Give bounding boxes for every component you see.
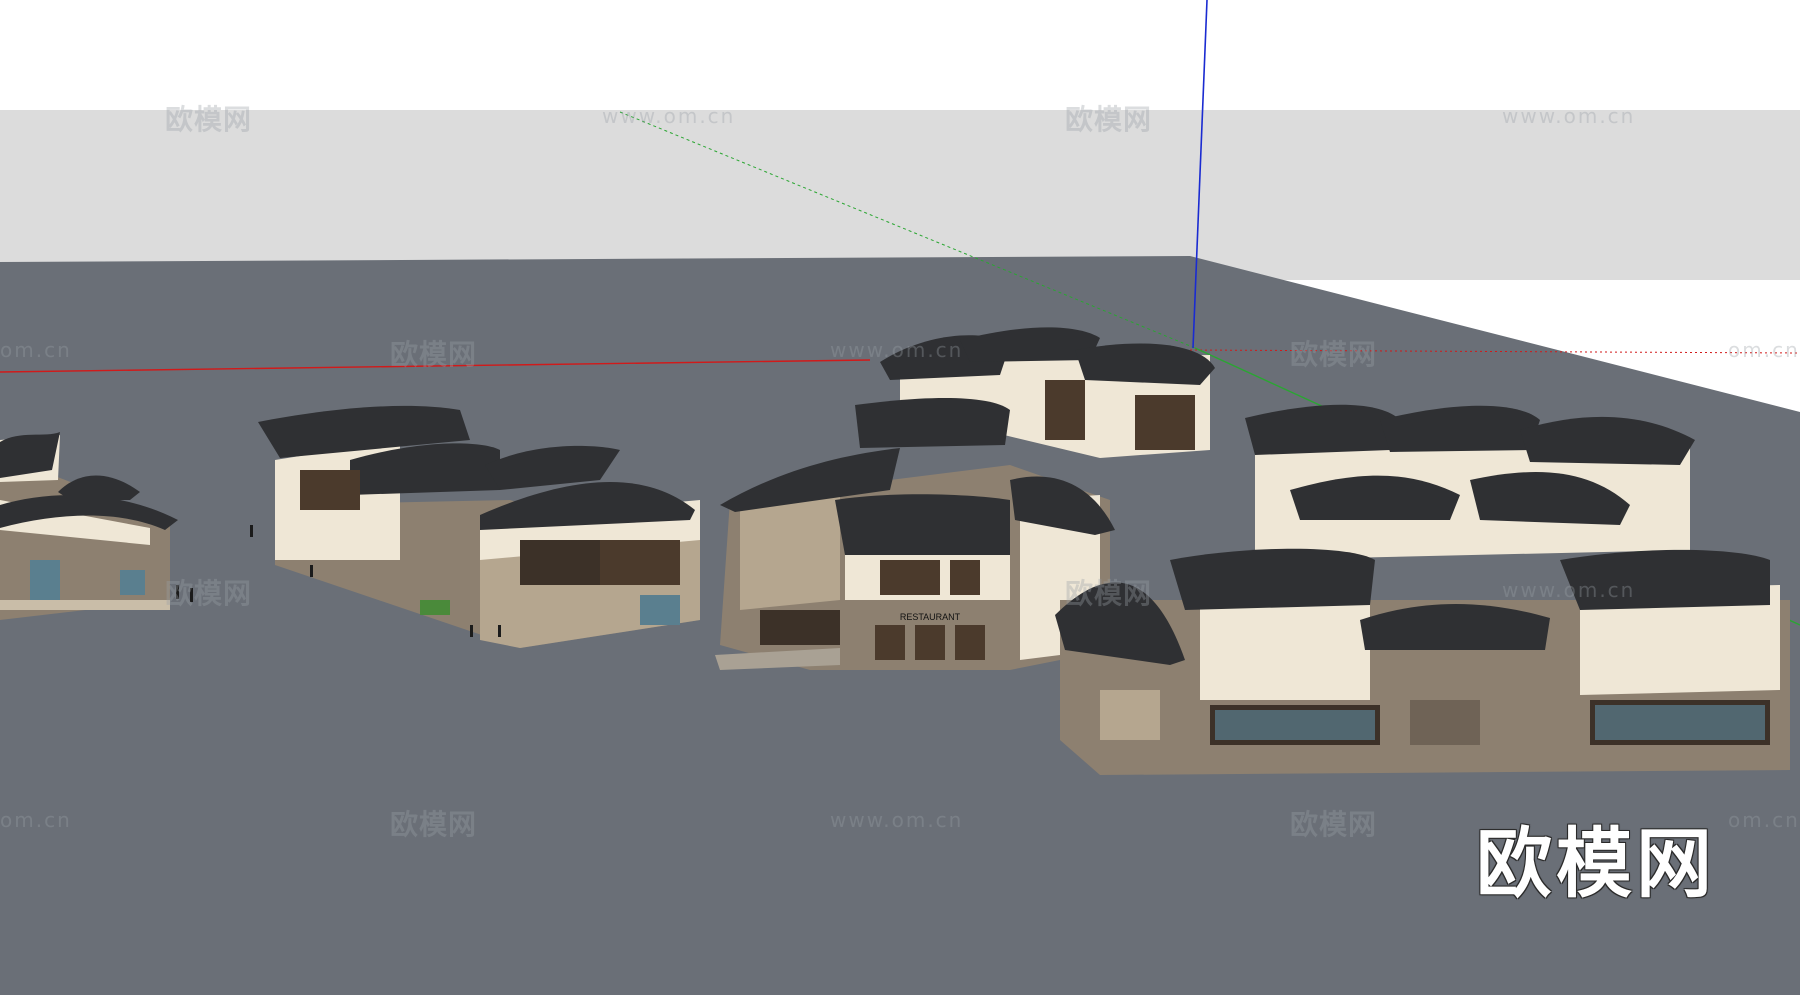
person-figure [310, 565, 313, 577]
house-steps [0, 600, 170, 610]
brand-logo: 欧模网 [1476, 819, 1716, 908]
person-figure [250, 525, 253, 537]
complex-timber-panel [600, 540, 680, 585]
complex-timber-panel [520, 540, 610, 585]
person-figure [176, 585, 179, 599]
residence-wall-west [1200, 605, 1370, 700]
house-window [30, 560, 60, 600]
restaurant-window [915, 625, 945, 660]
restaurant-window [880, 560, 940, 595]
person-figure [470, 625, 473, 637]
person-figure [498, 625, 501, 637]
sketchup-viewport[interactable]: RESTAURANT 欧模网 www.om.cn 欧模网 www.om.cn o… [0, 0, 1800, 995]
restaurant-sign: RESTAURANT [900, 612, 961, 622]
restaurant-storefront [760, 610, 840, 645]
restaurant-roof-front [835, 494, 1010, 555]
residence-side-wing [1100, 690, 1160, 740]
hillside-window-bay [1135, 395, 1195, 450]
sky [0, 0, 1800, 110]
restaurant-window [875, 625, 905, 660]
house-window [120, 570, 145, 595]
complex-planter [420, 600, 450, 615]
residence-roof-front-east [1560, 549, 1770, 610]
hillside-window-bay [1045, 380, 1085, 440]
complex-window [640, 595, 680, 625]
residence-glass [1595, 705, 1765, 740]
horizon-band [0, 110, 1800, 280]
residence-gate-opening [1410, 700, 1480, 745]
restaurant-window [950, 560, 980, 595]
person-figure [190, 588, 193, 602]
complex-window-bay [300, 470, 360, 510]
restaurant-roof-upper [855, 398, 1010, 448]
residence-glass [1215, 710, 1375, 740]
restaurant-window [955, 625, 985, 660]
residence-roof-front-west [1170, 548, 1375, 610]
